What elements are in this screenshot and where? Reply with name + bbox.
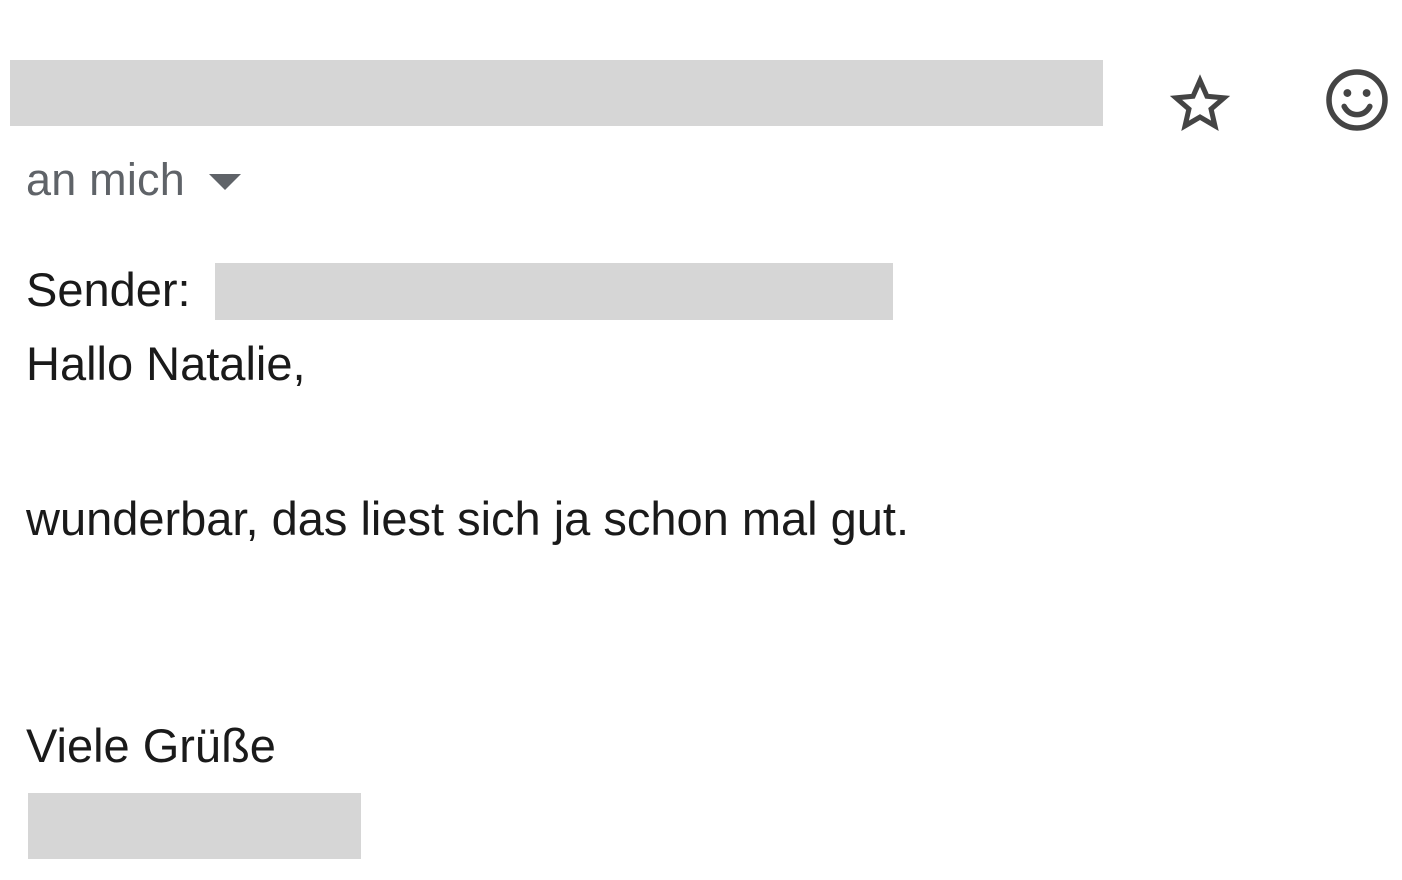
- star-icon: [1169, 74, 1231, 132]
- message-body-text: wunderbar, das liest sich ja schon mal g…: [26, 492, 910, 545]
- caret-down-icon: [208, 174, 241, 190]
- emoji-icon: [1326, 69, 1388, 131]
- sender-address-redacted: [215, 263, 893, 320]
- star-button[interactable]: [1162, 66, 1238, 142]
- emoji-reaction-button[interactable]: [1319, 62, 1395, 138]
- sender-label: Sender:: [26, 263, 191, 316]
- greeting-text: Hallo Natalie,: [26, 337, 306, 390]
- signature-redacted: [28, 793, 361, 859]
- closing-text: Viele Grüße: [26, 719, 276, 772]
- sender-name-redacted: [10, 60, 1103, 126]
- recipient-label: an mich: [26, 154, 185, 205]
- recipient-details-toggle[interactable]: an mich: [26, 150, 241, 210]
